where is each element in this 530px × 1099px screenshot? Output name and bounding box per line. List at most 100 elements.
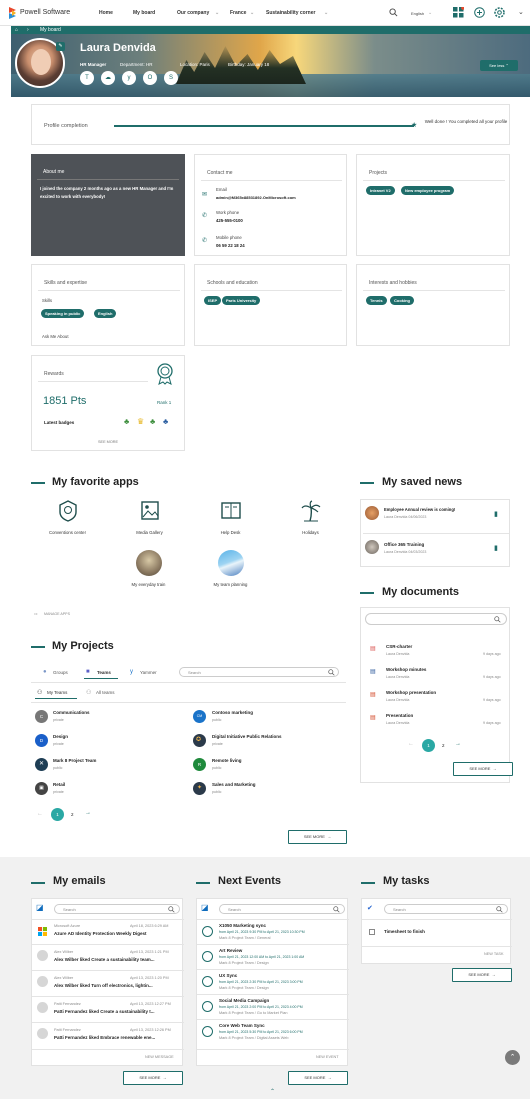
tab-groups[interactable]: Groups [53,670,68,675]
event-title[interactable]: Social Media Campaign [219,998,269,1003]
search-icon[interactable] [496,906,503,913]
page-current[interactable]: 1 [422,739,435,752]
skill-tag[interactable]: Speaking in public [41,309,85,318]
events-search-input[interactable]: Search [219,904,345,914]
teams-icon[interactable]: T [80,71,94,85]
documents-search-input[interactable] [365,613,507,625]
nav-france[interactable]: France [230,10,246,16]
app-conventions-center[interactable]: Conventions center [40,500,95,545]
email-value[interactable]: admin@M365x88531892.OnMicrosoft.com [216,195,296,200]
school-tag[interactable]: ISEP [204,296,222,305]
team-name[interactable]: Sales and Marketing [212,782,256,787]
new-event-link[interactable]: NEW EVENT [316,1055,339,1059]
app-my-team-planning[interactable]: My team planning [202,550,259,592]
app-help-desk[interactable]: Help Desk [203,500,258,545]
page-link[interactable]: 2 [442,743,445,748]
news-title[interactable]: Employee Annual review is coming! [384,507,455,512]
emails-search-input[interactable]: Search [54,904,180,914]
app-my-everyday-train[interactable]: My everyday train [120,550,177,592]
previous-page-icon[interactable]: ← [408,741,414,747]
event-title[interactable]: Core Web Team Sync [219,1023,265,1028]
new-task-link[interactable]: NEW TASK [484,952,503,956]
see-less-button[interactable]: See less ⌃ [480,60,518,71]
team-name[interactable]: Digital Initiative Public Relations [212,734,282,739]
projects-search-input[interactable]: Search [179,667,339,677]
team-name[interactable]: Contoso marketing [212,710,253,715]
search-icon[interactable] [328,669,335,676]
apps-grid-icon[interactable] [453,7,464,18]
event-title[interactable]: X1050 Marketing sync [219,923,266,928]
mobile-phone-value[interactable]: 06 59 22 18 24 [216,243,245,248]
team-name[interactable]: Retail [53,782,65,787]
projects-see-more-button[interactable]: SEE MORE → [288,830,347,844]
previous-page-icon[interactable]: ← [37,811,43,817]
skill-tag[interactable]: English [94,309,117,318]
document-title[interactable]: Workshop presentation [386,690,436,695]
new-message-link[interactable]: NEW MESSAGE [145,1055,174,1059]
tasks-see-more-button[interactable]: SEE MORE → [452,968,512,982]
email-subject[interactable]: Alex Wilber liked Create a sustainabilit… [54,957,155,962]
news-title[interactable]: Office 365 Training [384,542,424,547]
document-title[interactable]: Presentation [386,713,413,718]
task-checkbox[interactable] [369,929,375,935]
page-current[interactable]: 1 [51,808,64,821]
next-page-icon[interactable]: → [85,810,91,816]
scroll-to-top-button[interactable]: ⌃ [505,1050,520,1065]
breadcrumb-current[interactable]: My board [40,27,61,33]
nav-sustainability-corner[interactable]: Sustainability corner [266,10,315,16]
filter-all-teams[interactable]: All teams [96,690,115,695]
app-media-gallery[interactable]: Media Gallery [122,500,177,545]
bookmark-icon[interactable]: ▮ [494,544,498,552]
sharepoint-icon[interactable]: S [164,71,178,85]
nav-our-company[interactable]: Our company [177,10,209,16]
edit-icon[interactable]: ✎ [56,42,65,51]
school-tag[interactable]: Paris University [222,296,261,305]
team-name[interactable]: Remote living [212,758,242,763]
events-see-more-button[interactable]: SEE MORE → [288,1071,348,1085]
rewards-see-more[interactable]: SEE MORE [98,440,118,444]
bookmark-icon[interactable]: ▮ [494,510,498,518]
gear-icon[interactable] [494,7,505,18]
next-page-icon[interactable]: → [455,741,461,747]
team-name[interactable]: Mark 8 Project Team [53,758,96,763]
chevron-down-icon[interactable]: ⌄ [518,8,524,16]
event-title[interactable]: UX Sync [219,973,237,978]
email-subject[interactable]: Patti Fernandez liked Embrace renewable … [54,1035,155,1040]
project-tag[interactable]: New employee program [401,186,455,195]
team-name[interactable]: Communications [53,710,90,715]
tab-teams[interactable]: Teams [97,670,111,675]
interest-tag[interactable]: Cooking [390,296,414,305]
project-tag[interactable]: Intranet V2 [366,186,395,195]
search-icon[interactable] [494,616,501,623]
search-icon[interactable] [168,906,175,913]
tab-yammer[interactable]: Yammer [140,670,157,675]
emails-see-more-button[interactable]: SEE MORE → [123,1071,183,1085]
email-subject[interactable]: Patti Fernandez liked Create a sustainab… [54,1009,155,1014]
document-title[interactable]: CSR-charter [386,644,412,649]
nav-home[interactable]: Home [99,10,113,16]
email-subject[interactable]: Alex Wilber liked Turn off electronics, … [54,983,153,988]
email-subject[interactable]: Azure AD Identity Protection Weekly Dige… [54,931,147,936]
nav-my-board[interactable]: My board [133,10,155,16]
document-title[interactable]: Workshop minutes [386,667,426,672]
home-icon[interactable]: ⌂ [15,27,18,33]
event-title[interactable]: Art Review [219,948,242,953]
interest-tag[interactable]: Tennis [366,296,387,305]
language-selector[interactable]: English [411,11,424,16]
add-icon[interactable] [474,7,485,18]
filter-my-teams[interactable]: My Teams [47,690,67,695]
manage-apps-link[interactable]: MANAGE APPS [44,612,70,616]
tasks-search-input[interactable]: Search [384,904,508,914]
outlook-icon[interactable]: O [143,71,157,85]
page-link[interactable]: 2 [71,812,74,817]
app-holidays[interactable]: Holidays [283,500,338,545]
task-title[interactable]: Timesheet to finish [384,929,425,934]
onedrive-icon[interactable]: ☁ [101,71,115,85]
search-icon[interactable] [389,8,398,17]
search-icon[interactable] [333,906,340,913]
yammer-icon[interactable]: y [122,71,136,85]
documents-see-more-button[interactable]: SEE MORE → [453,762,513,776]
work-phone-value[interactable]: 425-555-0100 [216,218,243,223]
team-name[interactable]: Design [53,734,68,739]
collapse-chevron-icon[interactable]: ⌃ [270,1088,275,1095]
